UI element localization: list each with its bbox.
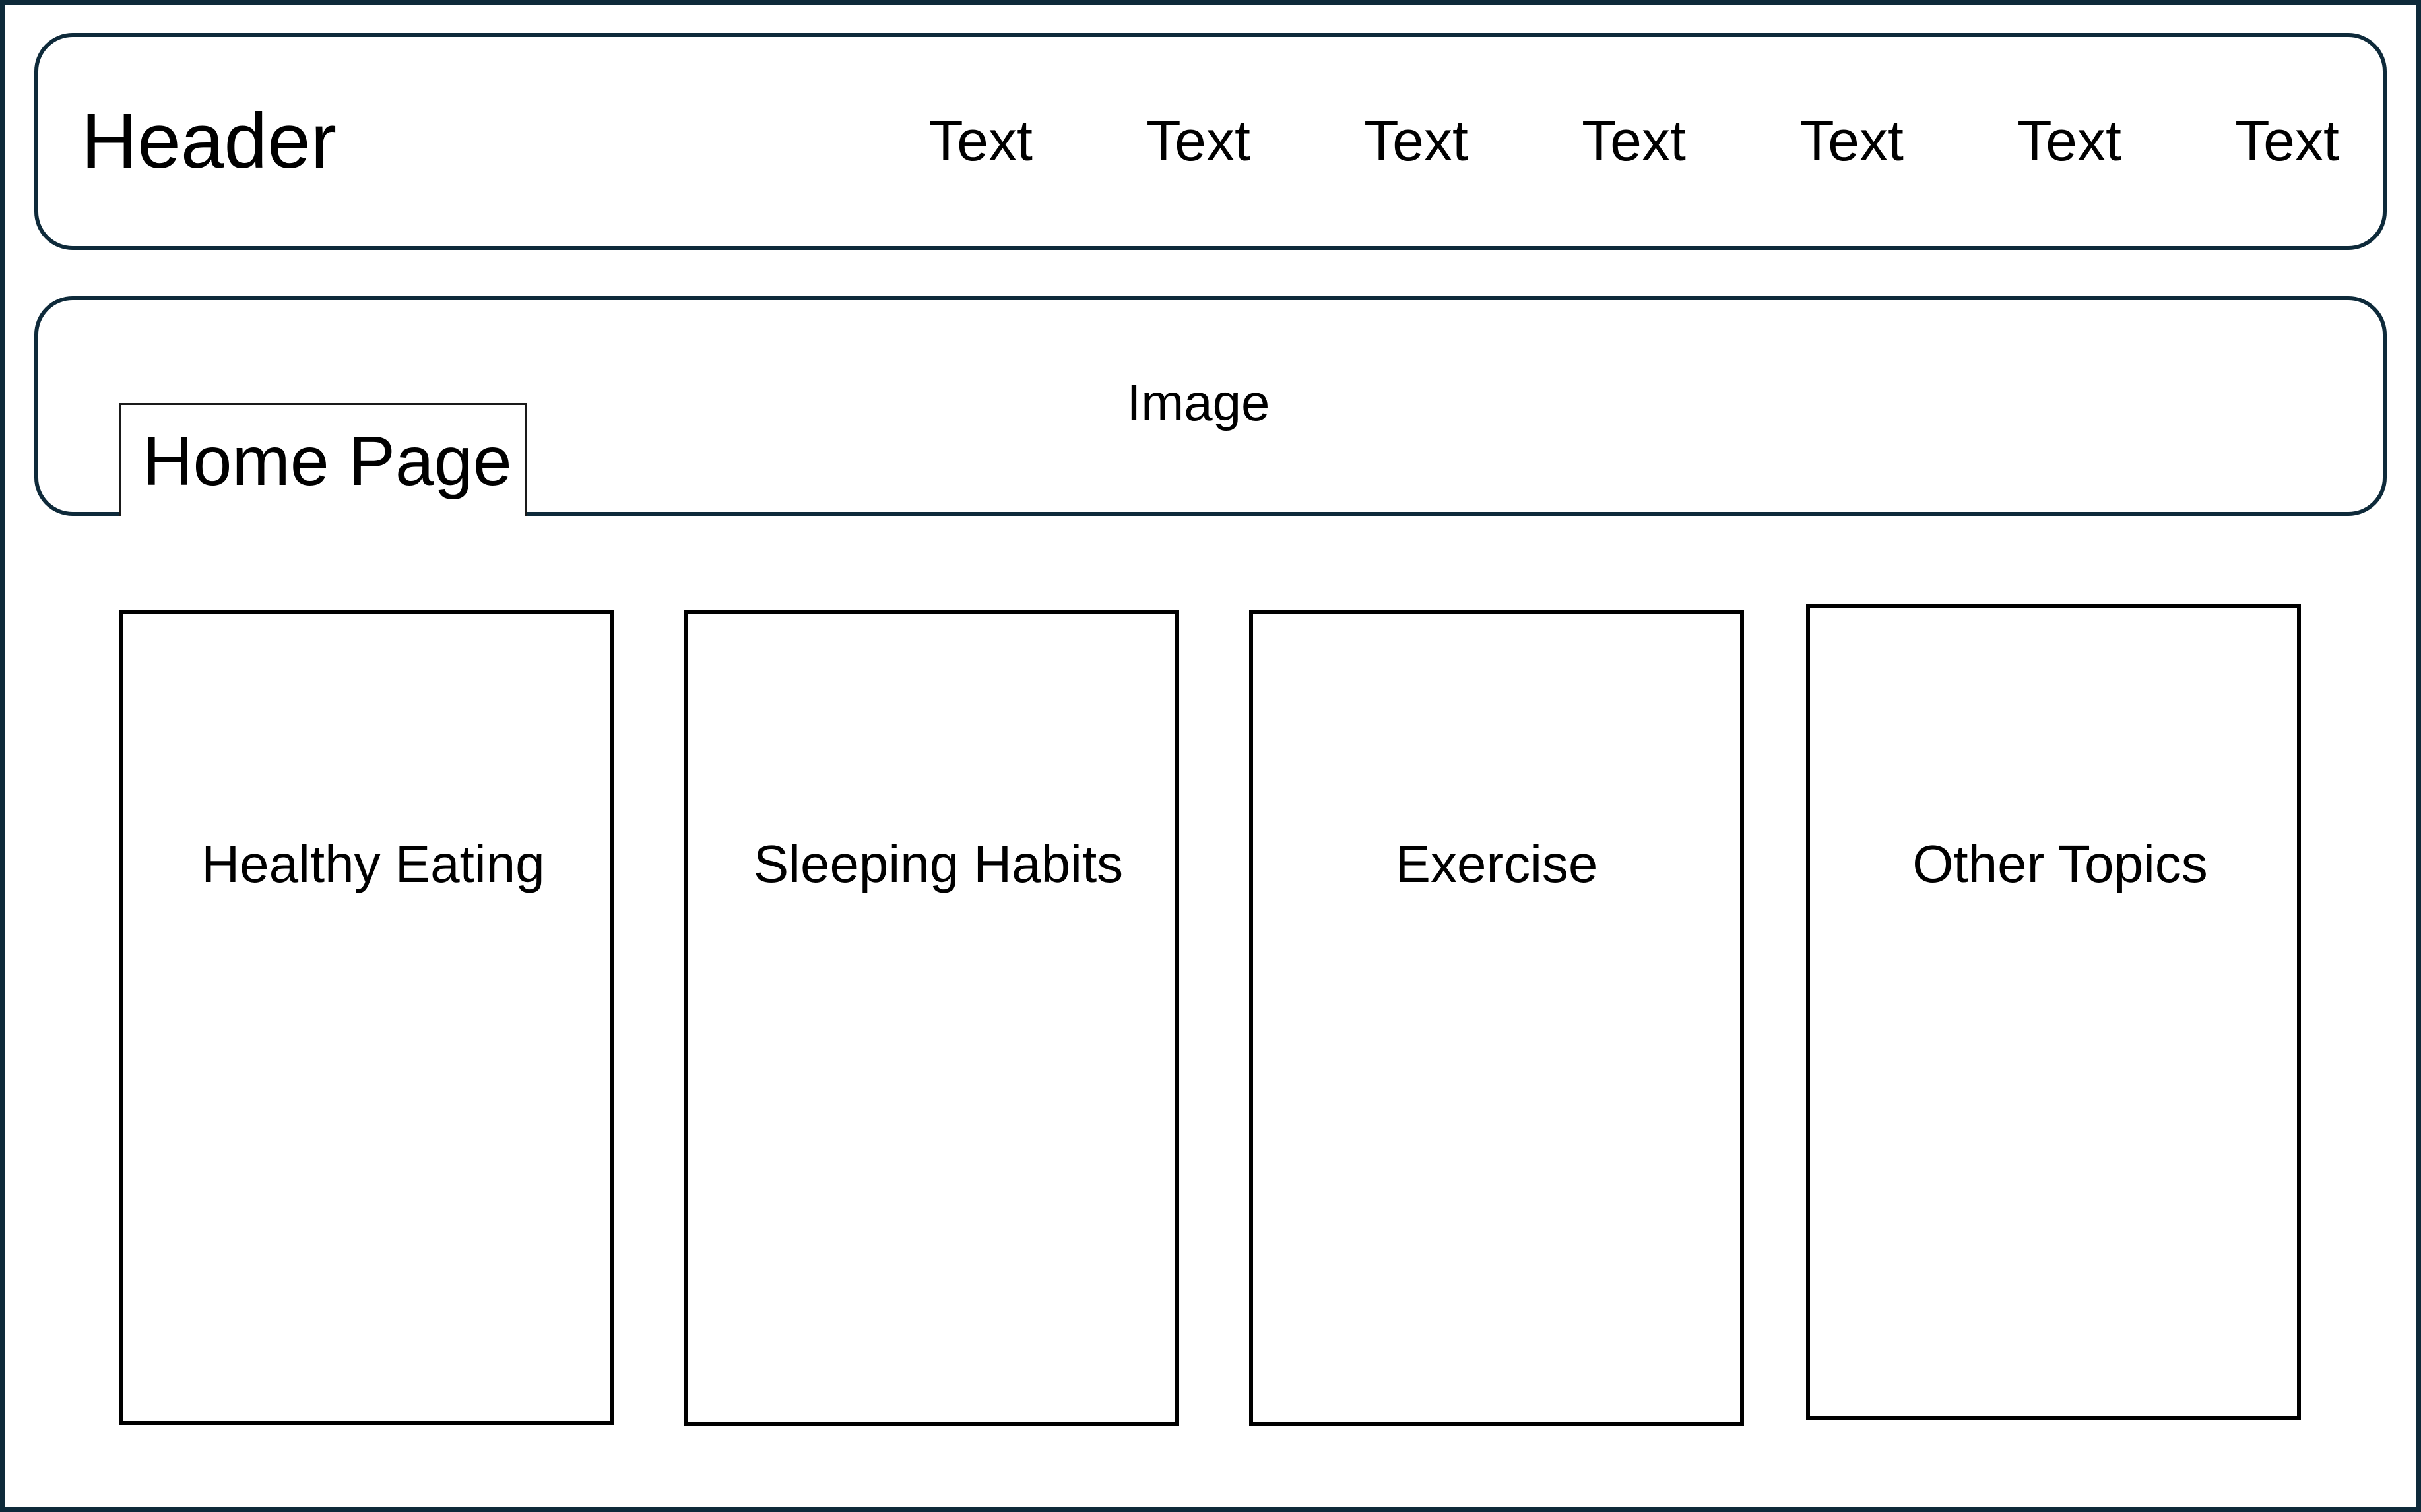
topic-card-label: Sleeping Habits bbox=[753, 835, 1124, 893]
nav-item-3[interactable]: Text bbox=[1337, 106, 1495, 177]
topic-card-sleeping-habits[interactable]: Sleeping Habits bbox=[684, 610, 1179, 1426]
topic-card-label: Exercise bbox=[1395, 835, 1598, 893]
nav-item-6[interactable]: Text bbox=[1990, 106, 2148, 177]
topic-card-label: Other Topics bbox=[1912, 835, 2208, 893]
header-title: Header bbox=[81, 98, 337, 185]
topic-card-label: Healthy Eating bbox=[201, 835, 545, 893]
topic-card-healthy-eating[interactable]: Healthy Eating bbox=[119, 610, 614, 1425]
topic-card-other-topics[interactable]: Other Topics bbox=[1806, 604, 2301, 1420]
hero-image-label: Image bbox=[1126, 373, 1270, 431]
topic-card-exercise[interactable]: Exercise bbox=[1249, 610, 1744, 1426]
nav-item-2[interactable]: Text bbox=[1119, 106, 1277, 177]
nav-item-5[interactable]: Text bbox=[1772, 106, 1931, 177]
nav-item-4[interactable]: Text bbox=[1555, 106, 1713, 177]
page-title: Home Page bbox=[143, 422, 512, 500]
nav-item-7[interactable]: Text bbox=[2208, 106, 2366, 177]
nav-item-1[interactable]: Text bbox=[901, 106, 1060, 177]
